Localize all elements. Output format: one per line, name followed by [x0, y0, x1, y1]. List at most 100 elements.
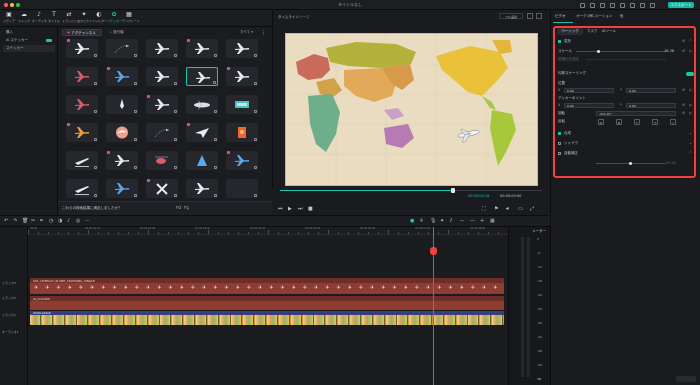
save-icon[interactable]: [650, 3, 655, 8]
zoom-slider-icon[interactable]: —: [470, 219, 475, 224]
expand-icon[interactable]: ⤢: [530, 206, 534, 212]
download-icon[interactable]: [214, 194, 217, 197]
mic-icon[interactable]: 🎙︎: [430, 219, 436, 224]
download-icon[interactable]: [94, 110, 97, 113]
sticker-tile[interactable]: [186, 151, 218, 170]
settings-icon[interactable]: [640, 3, 645, 8]
nav-item-sticker[interactable]: ステッカー: [3, 45, 55, 52]
tab-airplane[interactable]: ⌕ 旅行機: [106, 29, 132, 36]
layout-icon[interactable]: [620, 3, 625, 8]
marker-icon[interactable]: ⚑: [494, 206, 498, 212]
preview-scrubber[interactable]: [451, 188, 455, 193]
sticker-tile[interactable]: [106, 123, 138, 142]
favorite-icon[interactable]: [187, 39, 190, 42]
display-settings-icon[interactable]: [536, 13, 542, 19]
sticker-tile[interactable]: [66, 67, 98, 86]
download-icon[interactable]: [94, 82, 97, 85]
sticker-tile[interactable]: [146, 179, 178, 198]
toolbar-title-button[interactable]: T タイトル: [47, 11, 61, 25]
sticker-tile[interactable]: [66, 179, 98, 198]
download-icon[interactable]: [254, 194, 257, 197]
sticker-tile[interactable]: [146, 95, 178, 114]
tab-color[interactable]: 色: [620, 14, 624, 19]
keyframe-icon[interactable]: ◇: [689, 48, 692, 55]
next-frame-icon[interactable]: ⏭: [298, 206, 303, 212]
render-icon[interactable]: ●: [410, 219, 414, 224]
download-icon[interactable]: [94, 166, 97, 169]
toolbar-template-button[interactable]: ▦ テンプレート: [122, 11, 140, 25]
keyframe-icon[interactable]: ◇: [689, 102, 692, 109]
favorite-icon[interactable]: [227, 151, 230, 154]
tab-source[interactable]: ソース: [299, 15, 309, 20]
split-icon[interactable]: ⫽: [450, 219, 452, 224]
ai-icon[interactable]: ✦: [440, 219, 444, 224]
sticker-tile[interactable]: [66, 95, 98, 114]
download-icon[interactable]: [134, 138, 137, 141]
toolbar-sticker-button[interactable]: ✿ ステッカー: [107, 11, 122, 25]
subtab-mask[interactable]: マスク: [587, 28, 598, 35]
download-icon[interactable]: [254, 54, 257, 57]
auto-enhance-checkbox[interactable]: [558, 152, 561, 155]
download-icon[interactable]: [214, 110, 217, 113]
favorite-icon[interactable]: [67, 123, 70, 126]
toolbar-media-button[interactable]: ▣ メディア: [2, 11, 16, 25]
sticker-tile[interactable]: [66, 151, 98, 170]
sticker-tile[interactable]: [146, 39, 178, 58]
reset-all-button[interactable]: [676, 376, 696, 382]
sticker-tile[interactable]: [66, 123, 98, 142]
color-icon[interactable]: ◑: [58, 219, 62, 224]
download-icon[interactable]: [134, 194, 137, 197]
magnet-icon[interactable]: ⌾: [420, 219, 423, 224]
account-icon[interactable]: [590, 3, 595, 8]
sticker-tile[interactable]: [226, 39, 258, 58]
reset-icon[interactable]: ↺: [682, 38, 685, 45]
download-icon[interactable]: [254, 166, 257, 169]
scale-slider[interactable]: [576, 51, 666, 52]
sticker-tile[interactable]: [106, 179, 138, 198]
toolbar-filter-button[interactable]: ◐ フィルター: [92, 11, 107, 25]
nav-item-ai-sticker[interactable]: AI ステッカー: [3, 37, 55, 44]
maximize-window-button[interactable]: [16, 3, 20, 7]
video-preview-canvas[interactable]: [285, 33, 538, 186]
cut-icon[interactable]: ✂: [31, 219, 35, 224]
speed-icon[interactable]: ◷: [49, 219, 53, 224]
cloud-icon[interactable]: [600, 3, 605, 8]
download-icon[interactable]: [174, 54, 177, 57]
download-icon[interactable]: [134, 82, 137, 85]
auto-enhance-value[interactable]: 50.00: [666, 160, 676, 167]
download-icon[interactable]: [174, 138, 177, 141]
sticker-tile[interactable]: [186, 123, 218, 142]
uniform-scaling-toggle[interactable]: [686, 71, 694, 76]
toolbar-transition-button[interactable]: ⇄ トランジション: [62, 11, 83, 25]
sticker-tile[interactable]: [106, 67, 138, 86]
favorite-icon[interactable]: [147, 95, 150, 98]
tab-timeline[interactable]: タイムライン: [278, 15, 299, 20]
sticker-tile[interactable]: [106, 151, 138, 170]
sticker-tile[interactable]: [186, 39, 218, 58]
nav-item-purchased[interactable]: 購入: [3, 29, 55, 36]
play-icon[interactable]: ▶: [288, 206, 292, 212]
favorite-icon[interactable]: [227, 67, 230, 70]
thumbs-down-icon[interactable]: 👎︎: [184, 205, 189, 211]
download-icon[interactable]: [134, 166, 137, 169]
download-icon[interactable]: [254, 82, 257, 85]
scale-slider-knob[interactable]: [597, 50, 600, 53]
keyframe-icon[interactable]: ◇: [689, 110, 692, 117]
sticker-tile[interactable]: [226, 151, 258, 170]
sticker-tile[interactable]: [226, 179, 258, 198]
auto-enhance-slider-knob[interactable]: [629, 162, 632, 165]
position-x-input[interactable]: 0.00: [564, 88, 614, 93]
chevron-down-icon[interactable]: ⌄: [689, 140, 692, 147]
download-icon[interactable]: [214, 138, 217, 141]
rotate-input[interactable]: -211.07°: [596, 111, 676, 116]
crop-button[interactable]: ⌗: [670, 118, 676, 125]
download-icon[interactable]: [94, 194, 97, 197]
filter-all-dropdown[interactable]: すべて ▾: [236, 29, 258, 36]
download-icon[interactable]: [254, 138, 257, 141]
sticker-tile[interactable]: [106, 39, 138, 58]
chevron-down-icon[interactable]: ⌄: [689, 130, 692, 137]
undo-icon[interactable]: ↶: [4, 219, 8, 224]
anchor-x-input[interactable]: 0.00: [564, 103, 614, 108]
more-icon[interactable]: ⋯: [85, 219, 90, 224]
sticker-tile[interactable]: [226, 95, 258, 114]
